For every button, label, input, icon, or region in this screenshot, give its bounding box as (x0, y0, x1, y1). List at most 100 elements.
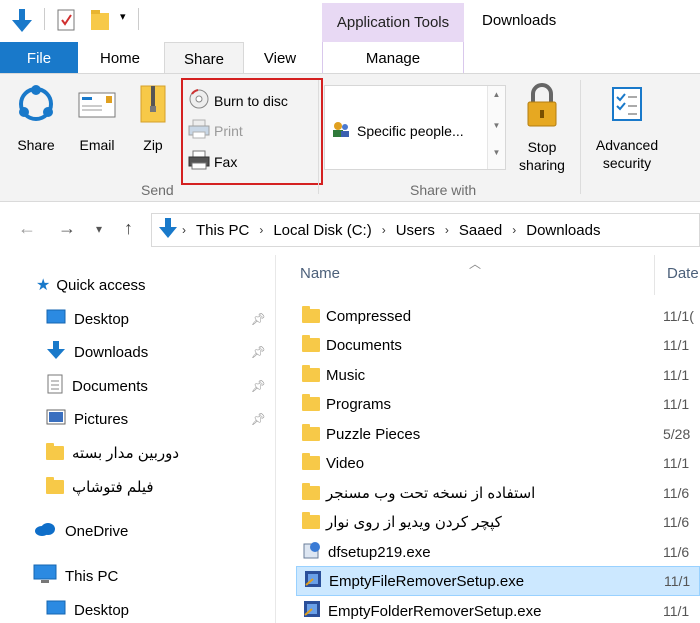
nav-folder-cctv[interactable]: دوربین مدار بسته (0, 437, 276, 469)
highlight-box (181, 78, 323, 185)
scroll-down-icon[interactable]: ▼ (488, 121, 505, 130)
file-date: 11/1 (663, 396, 690, 412)
nav-label: دوربین مدار بسته (72, 445, 180, 462)
navigation-bar: ← → ▾ ↑ › This PC › Local Disk (C:) › Us… (0, 208, 700, 250)
nav-onedrive[interactable]: OneDrive (0, 515, 276, 547)
file-row[interactable]: Music 11/1 (296, 360, 700, 390)
chevron-right-icon[interactable]: › (445, 223, 449, 237)
column-header-date[interactable]: Date (667, 265, 699, 282)
gallery-expand-icon[interactable]: ▼ (488, 148, 505, 157)
folder-icon (302, 512, 320, 529)
breadcrumb-local-disk[interactable]: Local Disk (C:) (273, 222, 371, 239)
tab-share[interactable]: Share (164, 42, 244, 74)
folder-icon (46, 477, 64, 494)
tab-home[interactable]: Home (84, 42, 156, 73)
tab-view[interactable]: View (246, 42, 314, 73)
file-name: کپچر کردن ویدیو از روی نوار (326, 514, 502, 531)
zip-button[interactable]: Zip (130, 84, 176, 154)
share-icon (10, 84, 62, 128)
nav-desktop[interactable]: Desktop 📌︎ (0, 303, 276, 335)
nav-desktop-pc[interactable]: Desktop (0, 594, 276, 623)
file-name: Music (326, 366, 366, 384)
folder-icon (302, 394, 320, 411)
column-header-name[interactable]: Name (300, 265, 340, 282)
folder-icon (46, 443, 64, 460)
breadcrumb-downloads[interactable]: Downloads (526, 222, 600, 239)
chevron-right-icon[interactable]: › (512, 223, 516, 237)
separator (44, 8, 45, 30)
file-date: 5/28 (663, 426, 691, 442)
file-row[interactable]: Video 11/1 (296, 448, 700, 478)
file-row[interactable]: استفاده از نسخه تحت وب مسنجر 11/6 (296, 478, 700, 508)
file-row[interactable]: EmptyFolderRemoverSetup.exe 11/1 (296, 596, 700, 623)
pin-icon[interactable]: 📌︎ (251, 412, 266, 426)
properties-icon[interactable] (56, 8, 78, 36)
folder-icon (302, 365, 320, 382)
share-button[interactable]: Share (10, 84, 62, 154)
file-row[interactable]: EmptyFileRemoverSetup.exe 11/1 (296, 566, 700, 596)
chevron-right-icon[interactable]: › (382, 223, 386, 237)
setup-exe-icon (303, 569, 323, 593)
file-date: 11/1 (663, 603, 690, 619)
group-separator (580, 80, 581, 194)
nav-this-pc[interactable]: This PC (0, 560, 276, 592)
nav-label: Pictures (74, 410, 129, 428)
column-separator[interactable] (654, 255, 655, 295)
pin-icon[interactable]: 📌︎ (251, 379, 266, 393)
file-date: 11/1 (663, 337, 690, 353)
file-row[interactable]: dfsetup219.exe 11/6 (296, 537, 700, 567)
file-row[interactable]: Compressed 11/1( (296, 301, 700, 331)
new-folder-icon[interactable] (89, 8, 111, 36)
specific-people-item[interactable]: Specific people... (331, 120, 464, 141)
file-name: استفاده از نسخه تحت وب مسنجر (326, 485, 536, 502)
customize-dropdown-icon[interactable]: ▾ (120, 10, 126, 23)
address-bar[interactable]: › This PC › Local Disk (C:) › Users › Sa… (151, 213, 700, 247)
nav-quick-access[interactable]: ★ Quick access (0, 269, 276, 301)
file-name: EmptyFileRemoverSetup.exe (329, 572, 525, 590)
tab-manage[interactable]: Manage (322, 42, 464, 73)
share-with-gallery[interactable]: Specific people... ▲ ▼ ▼ (324, 85, 506, 170)
nav-label: OneDrive (65, 522, 129, 540)
pin-icon[interactable]: 📌︎ (251, 345, 266, 359)
email-button[interactable]: Email (72, 84, 122, 154)
tab-file[interactable]: File (0, 42, 78, 73)
pin-icon[interactable]: 📌︎ (251, 312, 266, 326)
forward-icon[interactable]: → (58, 218, 76, 239)
desktop-icon (46, 600, 66, 620)
file-row[interactable]: Documents 11/1 (296, 330, 700, 360)
nav-downloads[interactable]: Downloads 📌︎ (0, 336, 276, 368)
recent-dropdown-icon[interactable]: ▾ (96, 222, 102, 236)
breadcrumb-users[interactable]: Users (396, 222, 435, 239)
window-title: Downloads (482, 12, 557, 29)
sort-ascending-icon: ︿ (469, 257, 482, 271)
nav-pictures[interactable]: Pictures 📌︎ (0, 403, 276, 435)
stop-sharing-button[interactable]: Stop sharing (512, 82, 572, 174)
application-tools-header: Application Tools (322, 3, 464, 42)
file-date: 11/1 (663, 367, 690, 383)
up-icon[interactable]: ↑ (124, 218, 133, 239)
file-date: 11/1 (664, 573, 691, 589)
lock-icon (512, 82, 572, 132)
chevron-right-icon[interactable]: › (182, 223, 186, 237)
gallery-scrollbar[interactable]: ▲ ▼ ▼ (487, 86, 505, 169)
scroll-up-icon[interactable]: ▲ (488, 90, 505, 99)
chevron-right-icon[interactable]: › (259, 223, 263, 237)
file-date: 11/1 (663, 455, 690, 471)
breadcrumb-this-pc[interactable]: This PC (196, 222, 249, 239)
advanced-line2: security (602, 155, 652, 171)
nav-documents[interactable]: Documents 📌︎ (0, 370, 276, 402)
down-arrow-icon[interactable] (10, 8, 34, 38)
breadcrumb-saaed[interactable]: Saaed (459, 222, 502, 239)
file-row[interactable]: کپچر کردن ویدیو از روی نوار 11/6 (296, 507, 700, 537)
advanced-security-button[interactable]: Advanced security (588, 84, 666, 172)
file-row[interactable]: Programs 11/1 (296, 389, 700, 419)
file-row[interactable]: Puzzle Pieces 5/28 (296, 419, 700, 449)
document-icon (46, 374, 64, 398)
back-icon[interactable]: ← (18, 218, 36, 239)
file-date: 11/1( (663, 308, 694, 324)
file-name: Compressed (326, 307, 412, 325)
navigation-pane: ★ Quick access Desktop 📌︎ Downloads 📌︎ D… (0, 255, 276, 623)
title-bar: ▾ Application Tools Downloads (0, 0, 700, 42)
file-date: 11/6 (663, 514, 690, 530)
nav-folder-photoshop-video[interactable]: فیلم فتوشاپ (0, 471, 276, 503)
